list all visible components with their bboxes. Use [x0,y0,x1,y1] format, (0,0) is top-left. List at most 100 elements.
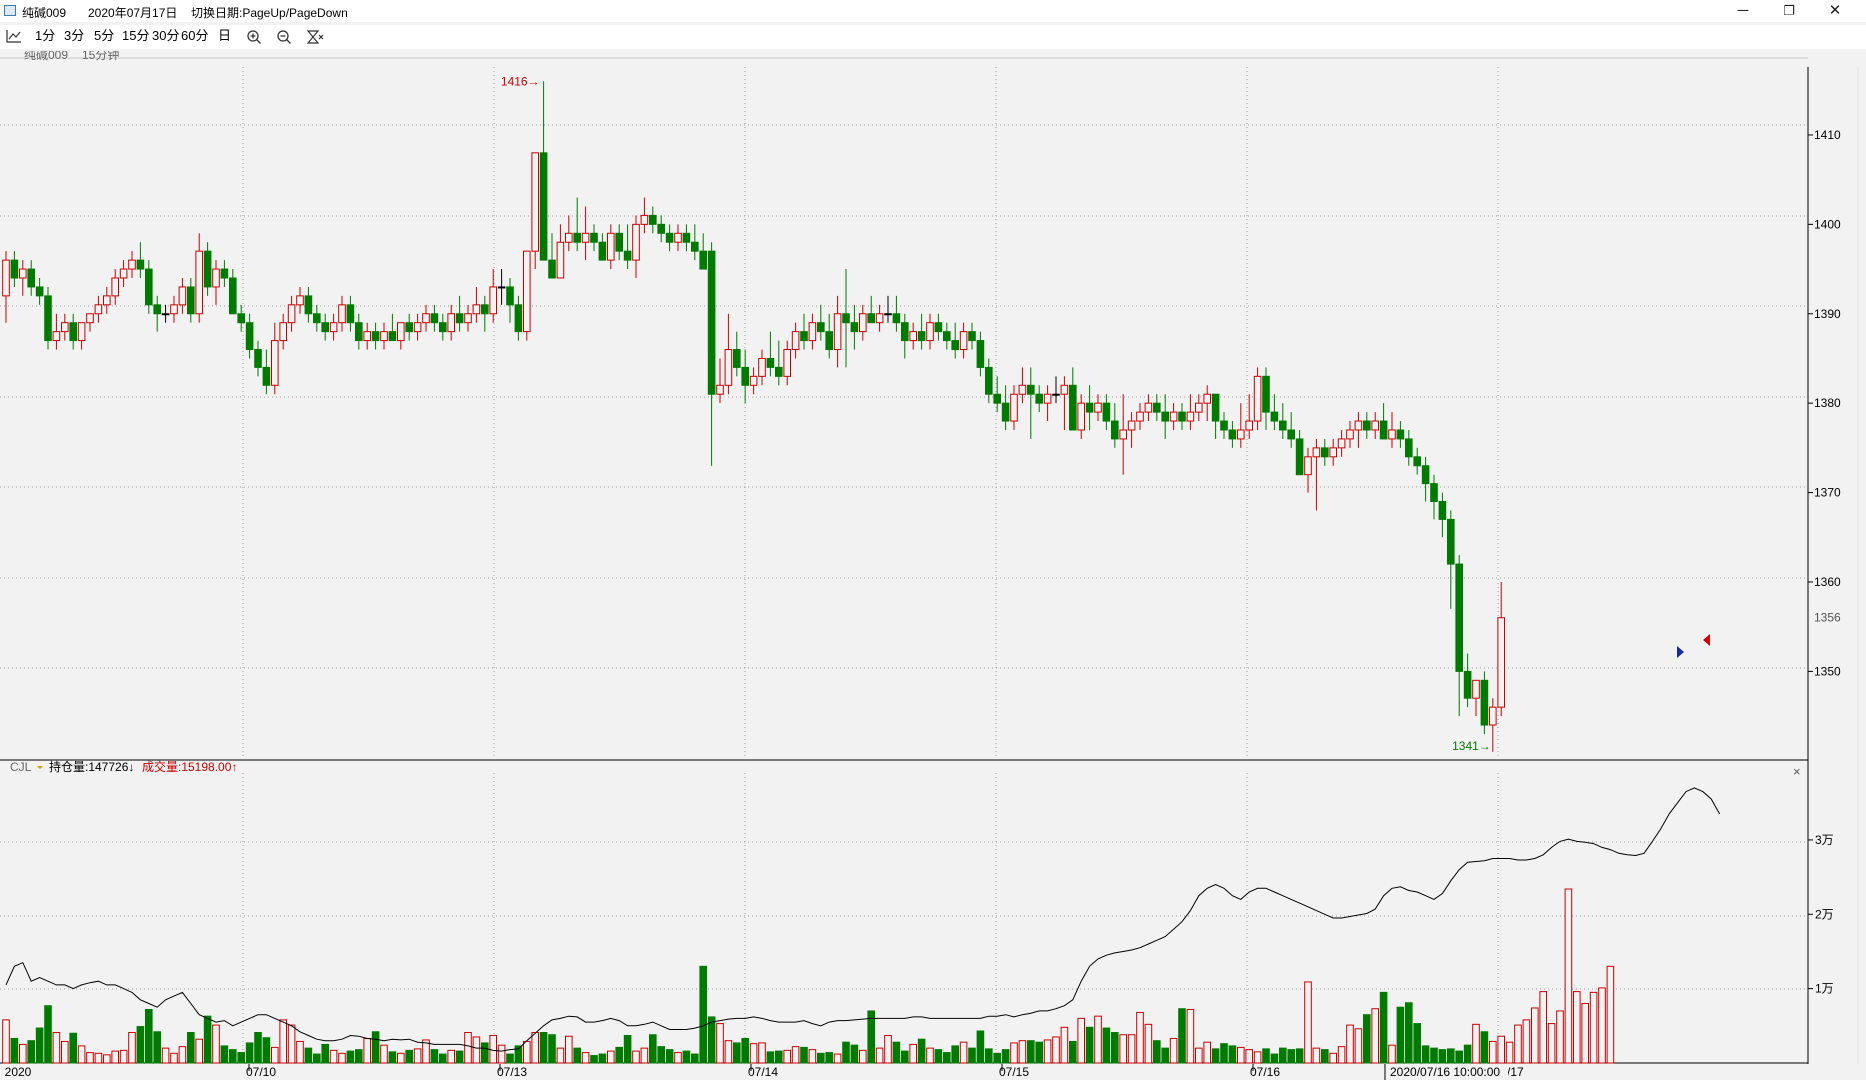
price-tick-label: 1350 [1814,664,1841,678]
candle [716,358,724,404]
zoom-out-icon[interactable] [276,29,292,49]
restore-button[interactable]: ❐ [1766,0,1812,22]
candle-body [1169,411,1178,422]
volume-bar [1035,1041,1044,1064]
close-indicator-icon[interactable]: × [1793,764,1801,779]
candle [1228,421,1237,448]
chart-area[interactable]: 纯碱009 15分钟 CJL 持仓量:147726↓ 成交量:15198.00↑… [0,51,1866,1080]
candle [287,295,296,332]
volume-bar [783,1049,792,1064]
volume-bar [951,1045,960,1064]
date-label: 07/10 [246,1065,276,1079]
oi-label: 持仓量:147726↓ [49,759,134,774]
candle [951,322,960,359]
volume-bar [77,1045,86,1064]
candle [497,269,506,305]
candle-body [287,304,296,324]
candle-body [1085,402,1094,413]
candle [825,313,834,359]
volume-bar [1228,1045,1237,1064]
line-chart-icon[interactable] [6,29,22,47]
candle-body [959,331,968,351]
volume-bar [497,1044,506,1064]
candle [766,331,775,377]
candle [665,224,674,252]
reset-zoom-icon[interactable] [306,29,324,49]
volume-bar [1480,1031,1489,1064]
volume-bar [1102,1027,1111,1064]
volume-bar [1472,1023,1480,1064]
candle-body [145,268,153,306]
candle [1119,394,1128,475]
candle-body [539,152,548,261]
close-button[interactable]: ✕ [1812,0,1858,22]
volume-bar [775,1050,783,1064]
candle [271,322,279,395]
candle [573,197,582,252]
volume-bar [968,1047,976,1064]
period-3min[interactable]: 3分 [64,28,84,44]
indicator-dropdown-icon[interactable] [37,766,43,769]
volume-bar [674,1052,682,1064]
candle [1312,438,1321,511]
candle-body [1060,384,1069,395]
price-tick-label: 1410 [1814,128,1841,142]
date-label: 2020 [5,1065,32,1079]
candle-body [934,322,943,333]
candle-body [1153,402,1161,413]
period-5min[interactable]: 5分 [94,28,114,44]
volume-bar [707,1016,716,1064]
candle [1455,555,1464,717]
period-60min[interactable]: 60分 [181,28,208,44]
volume-bar [842,1041,850,1064]
volume-bar [1010,1042,1018,1064]
candle-body [338,304,346,324]
volume-bar [170,1052,178,1064]
volume-bar [220,1045,229,1064]
volume-bar [741,1037,750,1064]
volume-bar [19,1043,27,1064]
volume-bar [10,1037,19,1064]
candle-body [1447,518,1455,565]
candle-body [548,259,556,279]
candle-body [1354,420,1363,431]
period-15min[interactable]: 15分 [122,28,149,44]
period-1min[interactable]: 1分 [35,28,55,44]
candle-body [968,331,976,342]
volume-bar [103,1054,111,1064]
period-day[interactable]: 日 [218,28,231,44]
candle [103,286,111,314]
candle-body [1413,456,1422,467]
candle-body [304,295,313,315]
candle [926,313,934,350]
volume-label: 成交量:15198.00↑ [142,759,237,774]
candle-body [77,322,86,342]
candle-body [1379,420,1388,440]
candle-body [1312,447,1321,458]
minimize-button[interactable]: ─ [1720,0,1766,22]
volume-bar [161,1047,170,1064]
volume-bar [304,1047,313,1064]
candle [1060,376,1069,430]
zoom-in-icon[interactable] [246,29,262,49]
candle-body [262,366,271,386]
volume-bar [1237,1046,1245,1064]
candle [1421,456,1430,502]
candle-body [1069,384,1077,431]
candle-body [691,241,699,252]
candle-body [1287,429,1296,440]
volume-bar [430,1049,439,1064]
candle [355,313,363,350]
candle-body [859,313,867,333]
candle [304,286,313,323]
volume-bar [917,1038,926,1064]
volume-bar [195,1038,203,1064]
candle [1430,474,1438,520]
candle [985,358,993,404]
candle [237,304,245,332]
candle-body [833,313,842,351]
period-30min[interactable]: 30分 [152,28,179,44]
volume-bar [1169,1037,1178,1064]
candle-body [1228,429,1237,440]
candle [481,295,489,332]
